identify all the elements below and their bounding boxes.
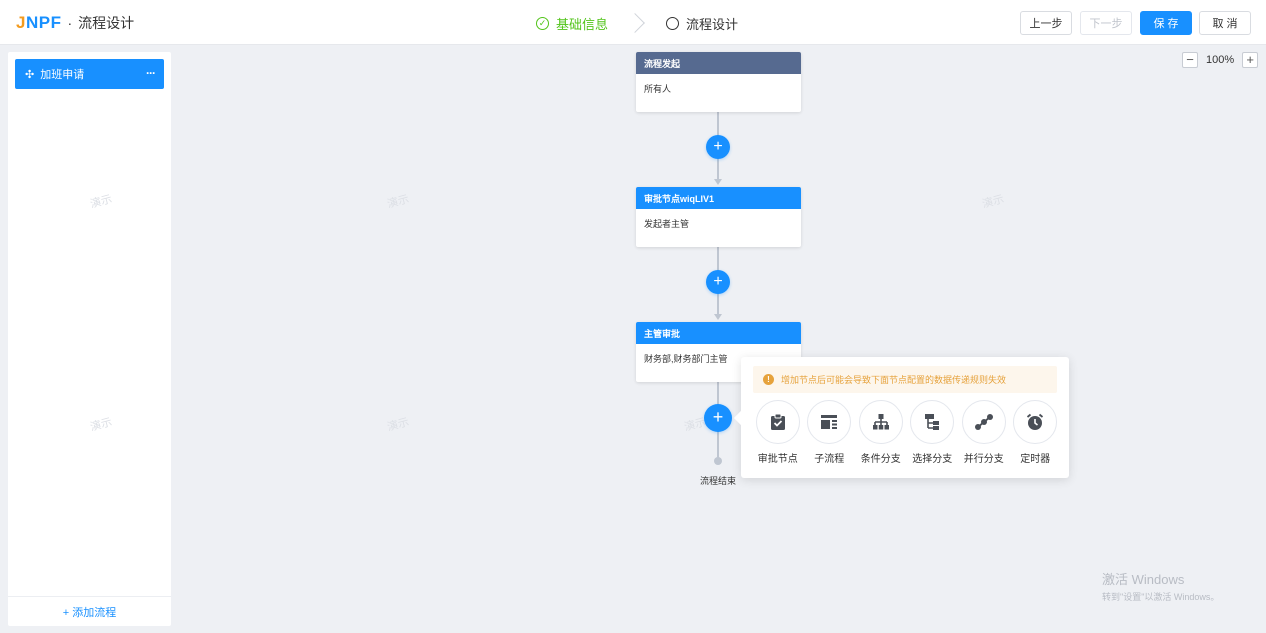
step-arrow-icon [625,13,645,33]
activation-subtitle: 转到"设置"以激活 Windows。 [1102,592,1220,602]
watermark: 演示 [386,193,411,211]
node-type-timer[interactable]: 定时器 [1010,400,1062,465]
circle-icon [666,16,680,30]
warning-alert: ! 增加节点后可能会导致下面节点配置的数据传递规则失效 [753,366,1057,393]
prev-step-button[interactable]: 上一步 [1020,11,1072,35]
node-type-parallel-branch[interactable]: 并行分支 [958,400,1010,465]
approval-icon [755,400,800,444]
zoom-out-button[interactable]: − [1182,52,1198,68]
node-type-label: 选择分支 [912,454,953,465]
step-label: 基础信息 [556,16,609,32]
check-icon: ✓ [536,16,549,30]
step-basic-info[interactable]: ✓ 基础信息 [536,14,608,33]
windows-activation-notice: 激活 Windows 转到"设置"以激活 Windows。 [1102,569,1219,603]
step-flow-design[interactable]: 流程设计 [666,14,738,33]
zoom-in-button[interactable]: + [1242,52,1259,68]
node-type-label: 条件分支 [860,454,901,465]
top-bar: JNPF · 流程设计 ✓ 基础信息 流程设计 上一步 下一步 保 存 取 消 [0,0,1266,45]
node-title: 流程发起 [636,52,801,74]
node-type-label: 审批节点 [757,454,798,465]
logo-mark: JNPF [16,13,62,32]
node-type-list: 审批节点 子流程 条件分支 选择分支 并行分支 定时器 [752,400,1061,465]
logo-separator: · [67,15,73,31]
add-node-button-active[interactable]: + [704,404,732,432]
choice-branch-icon [910,400,955,444]
parallel-branch-icon [961,400,1006,444]
warning-icon: ! [763,374,774,385]
add-node-button[interactable]: + [706,135,730,159]
step-indicator: ✓ 基础信息 流程设计 [536,13,738,33]
zoom-control: − 100% + [1182,52,1259,68]
logo: JNPF · 流程设计 [16,12,134,34]
step-label: 流程设计 [686,16,739,32]
node-type-choice-branch[interactable]: 选择分支 [907,400,959,465]
subprocess-icon [807,400,852,444]
node-type-condition-branch[interactable]: 条件分支 [855,400,907,465]
node-type-label: 子流程 [814,454,845,465]
move-icon[interactable]: ✣ [25,68,34,81]
cancel-button[interactable]: 取 消 [1199,11,1251,35]
end-dot [714,457,722,465]
activation-title: 激活 Windows [1102,572,1185,587]
node-title: 主管审批 [636,322,801,344]
flow-item-overtime[interactable]: ✣ 加班申请 ··· [15,59,164,89]
node-type-approval[interactable]: 审批节点 [752,400,804,465]
watermark: 演示 [981,193,1006,211]
condition-branch-icon [858,400,903,444]
add-flow-button[interactable]: + 添加流程 [8,596,171,626]
node-title: 审批节点wiqLIV1 [636,187,801,209]
app-title: 流程设计 [78,15,135,31]
node-type-subprocess[interactable]: 子流程 [804,400,856,465]
warning-text: 增加节点后可能会导致下面节点配置的数据传递规则失效 [781,375,1007,385]
add-node-popover: ! 增加节点后可能会导致下面节点配置的数据传递规则失效 审批节点 子流程 条件分… [733,357,1069,478]
next-step-button[interactable]: 下一步 [1080,11,1132,35]
popover-caret [733,410,749,426]
add-node-button[interactable]: + [706,270,730,294]
watermark: 演示 [386,416,411,434]
node-type-label: 并行分支 [963,454,1004,465]
flow-item-label: 加班申请 [40,69,85,81]
node-content: 发起者主管 [644,219,690,229]
zoom-level: 100% [1206,54,1235,66]
save-button[interactable]: 保 存 [1140,11,1192,35]
flow-node-start[interactable]: 流程发起 所有人 [636,52,801,112]
timer-icon [1013,400,1058,444]
more-icon[interactable]: ··· [146,66,156,80]
node-content: 所有人 [644,84,672,94]
end-label: 流程结束 [700,476,737,486]
flow-node-approval[interactable]: 审批节点wiqLIV1 发起者主管 [636,187,801,247]
arrow-down-icon [714,314,722,320]
node-type-label: 定时器 [1020,454,1051,465]
flow-sidebar: ✣ 加班申请 ··· + 添加流程 [8,52,171,626]
arrow-down-icon [714,179,722,185]
